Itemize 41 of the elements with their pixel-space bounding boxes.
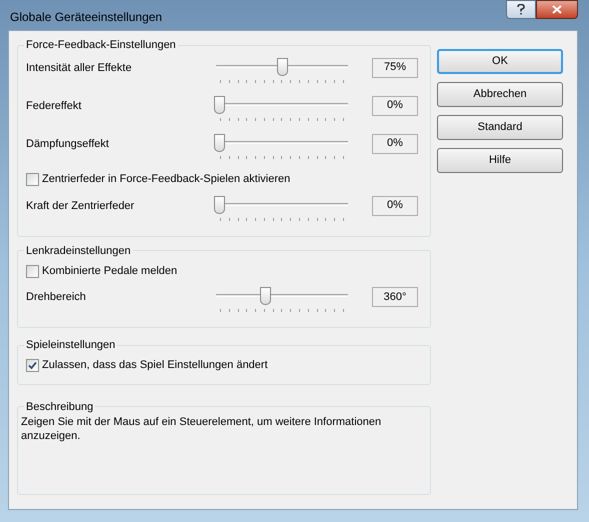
- slider-label: Kraft der Zentrierfeder: [26, 198, 136, 214]
- slider-label: Drehbereich: [26, 290, 87, 305]
- group-title: Beschreibung: [25, 400, 94, 414]
- value-box: 0%: [372, 96, 418, 116]
- window-title: Globale Geräteeinstellungen: [10, 9, 162, 26]
- slider-thumb[interactable]: [276, 58, 288, 76]
- close-icon: [552, 5, 562, 14]
- help-button[interactable]: [506, 0, 536, 19]
- slider[interactable]: [214, 58, 350, 86]
- value-box: 0%: [372, 196, 418, 216]
- checkbox[interactable]: [26, 173, 39, 186]
- dialog-button[interactable]: Abbrechen: [437, 82, 563, 107]
- group-title: Lenkradeinstellungen: [25, 244, 132, 258]
- slider[interactable]: [214, 196, 350, 224]
- checkbox-label: Zentrierfeder in Force-Feedback-Spielen aktivieren: [42, 172, 290, 188]
- slider-label: Dämpfungseffekt: [26, 136, 110, 152]
- checkbox[interactable]: [26, 359, 39, 372]
- checkmark-icon: [28, 361, 37, 370]
- value-box: 75%: [372, 58, 418, 78]
- slider-thumb[interactable]: [214, 196, 225, 214]
- description-text: Zeigen Sie mit der Maus auf ein Steuerelement, um weitere Informationen anzuzeigen.: [21, 415, 382, 443]
- value-box: 360°: [372, 287, 418, 307]
- close-button[interactable]: [536, 0, 578, 19]
- checkbox-label: Kombinierte Pedale melden: [42, 264, 178, 279]
- slider-thumb[interactable]: [214, 134, 225, 152]
- slider[interactable]: [214, 134, 350, 162]
- slider-thumb[interactable]: [260, 287, 272, 305]
- slider-label: Federeffekt: [26, 98, 82, 114]
- help-icon: [517, 4, 525, 15]
- dialog-button[interactable]: Hilfe: [437, 148, 563, 173]
- slider-thumb[interactable]: [214, 96, 225, 114]
- checkbox[interactable]: [26, 264, 39, 278]
- slider-label: Intensität aller Effekte: [26, 60, 133, 76]
- checkbox-label: Zulassen, dass das Spiel Einstellungen ändert: [42, 358, 268, 374]
- value-box: 0%: [372, 134, 418, 154]
- group-title: Spieleinstellungen: [25, 338, 116, 353]
- slider[interactable]: [214, 96, 350, 124]
- dialog-button[interactable]: Standard: [437, 115, 563, 140]
- slider[interactable]: [214, 287, 350, 315]
- group-title: Force-Feedback-Einstellungen: [25, 38, 177, 53]
- dialog-button[interactable]: OK: [437, 49, 563, 74]
